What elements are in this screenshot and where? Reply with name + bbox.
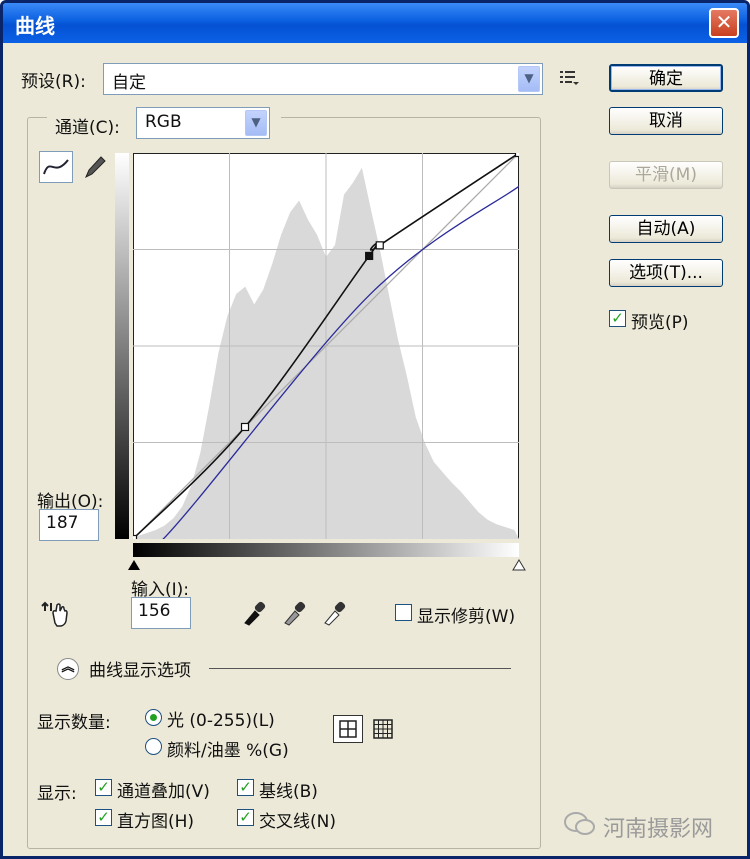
pigment-radio[interactable]	[145, 738, 162, 755]
show-amount-label: 显示数量:	[37, 713, 111, 733]
close-button[interactable]: ✕	[709, 8, 739, 38]
preset-dropdown[interactable]: 自定 ▼	[103, 63, 543, 95]
pigment-option-label: 颜料/油墨 %(G)	[167, 741, 289, 761]
preview-label: 预览(P)	[631, 313, 689, 333]
pencil-icon[interactable]	[81, 153, 107, 181]
wechat-logo-icon	[564, 812, 595, 835]
preset-options-icon[interactable]	[559, 69, 581, 87]
baseline-label: 基线(B)	[259, 782, 318, 802]
curves-dialog: 曲线 ✕ 预设(R): 自定 ▼ 确定 取消 平滑(M) 自动(A) 选项(T)…	[0, 0, 750, 859]
curve-point[interactable]	[375, 241, 384, 250]
input-field[interactable]: 156	[131, 597, 191, 629]
ok-button[interactable]: 确定	[609, 64, 723, 92]
input-gradient-bar	[133, 543, 519, 557]
smooth-button[interactable]: 平滑(M)	[609, 161, 723, 189]
channel-value: RGB	[145, 112, 182, 132]
light-option-label: 光 (0-255)(L)	[167, 711, 275, 731]
show-clipping-label: 显示修剪(W)	[417, 607, 516, 627]
white-point-slider[interactable]	[512, 559, 526, 571]
light-radio[interactable]	[145, 709, 162, 726]
histogram-checkbox[interactable]: ✓	[95, 809, 112, 826]
black-eyedropper-icon[interactable]	[241, 599, 267, 627]
options-button[interactable]: 选项(T)...	[609, 259, 723, 287]
channel-label: 通道(C):	[55, 118, 120, 138]
gray-eyedropper-icon[interactable]	[281, 599, 307, 627]
curve-point-selected[interactable]	[365, 251, 374, 261]
curve-point[interactable]	[133, 534, 138, 540]
collapse-options-button[interactable]: ︽	[57, 658, 79, 680]
chevron-down-icon: ▼	[518, 66, 540, 92]
divider	[209, 668, 511, 669]
output-gradient-bar	[115, 153, 129, 539]
channel-overlays-label: 通道叠加(V)	[117, 782, 210, 802]
chevron-down-icon: ▼	[245, 110, 267, 136]
watermark-text: 河南摄影网	[603, 817, 714, 842]
curve-graph[interactable]	[133, 153, 519, 539]
curve-point-icon	[43, 159, 69, 175]
output-field[interactable]: 187	[39, 509, 99, 541]
curve-edit-tool[interactable]	[39, 151, 73, 183]
preset-label: 预设(R):	[21, 72, 86, 92]
window-title: 曲线	[15, 14, 55, 38]
baseline-checkbox[interactable]: ✓	[237, 779, 254, 796]
simple-grid-button[interactable]	[333, 715, 363, 743]
curve-display-options-label: 曲线显示选项	[89, 661, 191, 681]
chevron-up-icon: ︽	[61, 660, 75, 675]
show-label: 显示:	[37, 784, 77, 804]
cancel-button[interactable]: 取消	[609, 107, 723, 135]
channel-dropdown[interactable]: RGB ▼	[136, 107, 270, 139]
preset-value: 自定	[112, 73, 146, 93]
title-bar[interactable]: 曲线 ✕	[3, 3, 747, 43]
show-clipping-checkbox[interactable]	[395, 604, 412, 621]
preview-checkbox[interactable]: ✓	[609, 310, 626, 327]
intersection-line-checkbox[interactable]: ✓	[237, 809, 254, 826]
histogram-label: 直方图(H)	[117, 812, 195, 832]
auto-button[interactable]: 自动(A)	[609, 215, 723, 243]
black-point-slider[interactable]	[127, 559, 141, 571]
channel-overlays-checkbox[interactable]: ✓	[95, 779, 112, 796]
close-icon: ✕	[715, 10, 733, 34]
grid-4x4-icon	[339, 720, 357, 738]
on-image-adjust-hand-icon[interactable]	[41, 599, 73, 629]
grid-10x10-icon[interactable]	[371, 717, 395, 741]
curve-point[interactable]	[514, 153, 520, 158]
white-eyedropper-icon[interactable]	[321, 599, 347, 627]
curve-point[interactable]	[240, 422, 250, 432]
intersection-line-label: 交叉线(N)	[259, 812, 336, 832]
